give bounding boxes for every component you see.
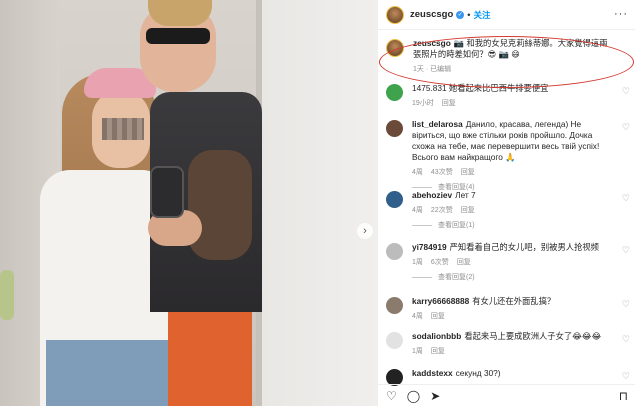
commenter-avatar[interactable] — [386, 120, 403, 137]
comment-like-heart-icon[interactable]: ♡ — [622, 122, 630, 133]
reply-button[interactable]: 回复 — [457, 257, 471, 268]
action-bar: ♡ ◯ ➤ ⊓ — [378, 384, 635, 406]
comment-like-heart-icon[interactable]: ♡ — [622, 245, 630, 256]
view-replies-label[interactable]: 查看回复(1) — [438, 220, 475, 231]
comment-likes[interactable]: 22次赞 — [431, 205, 453, 216]
comment-item: list_delarosa Данило, красава, легенда) Н… — [386, 119, 630, 193]
post-photo[interactable]: › — [0, 0, 377, 406]
replies-divider — [412, 187, 432, 188]
view-replies-label[interactable]: 查看回复(2) — [438, 272, 475, 283]
reply-button[interactable]: 回复 — [442, 98, 456, 109]
comment-body: list_delarosa Данило, красава, легенда) Н… — [412, 119, 612, 193]
comment-time: 4周 — [412, 313, 423, 320]
comment-username[interactable]: kaddstexx — [412, 368, 453, 378]
reply-button[interactable]: 回复 — [461, 167, 475, 178]
comment-username[interactable]: list_delarosa — [412, 119, 463, 129]
replies-divider — [412, 225, 432, 226]
comment-text: 严知看着自己的女儿吧，别被男人抢视频 — [449, 242, 599, 252]
comment-username[interactable]: sodalionbbb — [412, 331, 461, 341]
comment-item: karry66668888 有女儿还在外面乱搞？ 4周 回复 ♡ — [386, 296, 630, 322]
bookmark-icon[interactable]: ⊓ — [619, 389, 628, 403]
reply-button[interactable]: 回复 — [431, 346, 445, 357]
comment-item: abehoziev Лет 7 4周 22次赞 回复查看回复(1) ♡ — [386, 190, 630, 231]
more-options-icon[interactable]: ··· — [614, 8, 628, 20]
header-separator: • — [467, 9, 471, 20]
comment-item: sodalionbbb 看起来马上要成欧洲人子女了😂😂😂 1周 回复 ♡ — [386, 331, 630, 357]
comment-like-heart-icon[interactable]: ♡ — [622, 371, 630, 382]
comment-body: yi784919 严知看着自己的女儿吧，别被男人抢视频 1周 6次赞 回复查看回复(2) — [412, 242, 612, 283]
view-replies-button[interactable]: 查看回复(1) — [412, 220, 612, 231]
comment-item: yi784919 严知看着自己的女儿吧，别被男人抢视频 1周 6次赞 回复查看回复(2)… — [386, 242, 630, 283]
comment-username[interactable]: yi784919 — [412, 242, 447, 252]
replies-divider — [412, 277, 432, 278]
share-icon[interactable]: ➤ — [430, 389, 440, 403]
photo-door — [262, 0, 377, 406]
comment-time: 1周 — [412, 259, 423, 266]
view-replies-button[interactable]: 查看回复(2) — [412, 272, 612, 283]
photo-sunglasses — [146, 28, 210, 44]
comment-time: 4周 — [412, 207, 423, 214]
photo-shirt-print — [188, 150, 252, 260]
comment-icon[interactable]: ◯ — [407, 389, 420, 403]
comment-text: 看起来马上要成欧洲人子女了😂😂😂 — [464, 331, 602, 341]
comment-like-heart-icon[interactable]: ♡ — [622, 299, 630, 310]
comment-likes[interactable]: 6次赞 — [431, 257, 449, 268]
photo-phone — [150, 166, 184, 218]
comment-body: abehoziev Лет 7 4周 22次赞 回复查看回复(1) — [412, 190, 612, 231]
caption-highlight-oval — [379, 36, 634, 88]
commenter-avatar[interactable] — [386, 297, 403, 314]
comment-body: karry66668888 有女儿还在外面乱搞？ 4周 回复 — [412, 296, 612, 322]
author-avatar[interactable] — [386, 5, 404, 24]
comment-like-heart-icon[interactable]: ♡ — [622, 334, 630, 345]
comment-text: 有女儿还在外面乱搞？ — [472, 296, 556, 306]
next-photo-button[interactable]: › — [357, 223, 373, 239]
photo-face-blur — [102, 118, 144, 140]
comment-likes[interactable]: 43次赞 — [431, 167, 453, 178]
commenter-avatar[interactable] — [386, 191, 403, 208]
comment-username[interactable]: abehoziev — [412, 190, 452, 200]
like-icon[interactable]: ♡ — [386, 389, 397, 403]
reply-button[interactable]: 回复 — [431, 311, 445, 322]
comment-text: Лет 7 — [455, 190, 476, 200]
comment-time: 4周 — [412, 169, 423, 176]
comment-time: 1周 — [412, 348, 423, 355]
author-username[interactable]: zeuscsgo — [410, 9, 453, 20]
photo-plant — [0, 270, 14, 320]
reply-button[interactable]: 回复 — [461, 205, 475, 216]
comment-like-heart-icon[interactable]: ♡ — [622, 86, 630, 97]
photo-man-hair — [148, 0, 212, 26]
verified-badge-icon: ✓ — [456, 10, 465, 19]
photo-man-shorts — [168, 312, 252, 406]
comment-like-heart-icon[interactable]: ♡ — [622, 193, 630, 204]
commenter-avatar[interactable] — [386, 243, 403, 260]
comment-text: секунд 30?) — [455, 368, 501, 378]
comment-username[interactable]: karry66668888 — [412, 296, 469, 306]
commenter-avatar[interactable] — [386, 332, 403, 349]
comment-body: sodalionbbb 看起来马上要成欧洲人子女了😂😂😂 1周 回复 — [412, 331, 612, 357]
commenter-avatar[interactable] — [386, 84, 403, 101]
post-header: zeuscsgo ✓ • 关注 ··· — [378, 0, 635, 30]
comment-time: 19小时 — [412, 100, 434, 107]
follow-button[interactable]: 关注 — [473, 9, 490, 21]
photo-woman-jeans — [46, 340, 172, 406]
